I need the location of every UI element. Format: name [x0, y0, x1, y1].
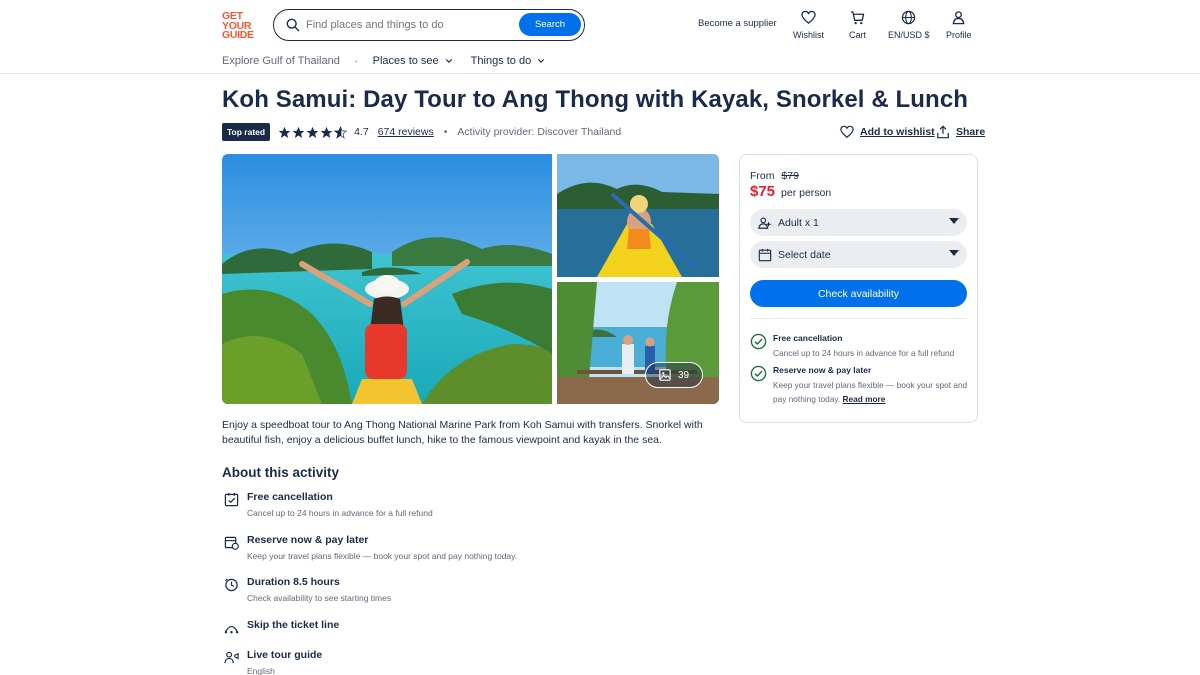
feature-title: Free cancellation	[247, 491, 333, 503]
participants-value: Adult x 1	[778, 216, 819, 229]
calendar-icon	[758, 248, 772, 261]
nav-language-currency[interactable]: EN/USD $	[888, 10, 930, 40]
feature-skip-line: Skip the ticket line	[224, 619, 339, 635]
price: $75 per person	[750, 183, 831, 200]
nav-label: EN/USD $	[888, 30, 930, 40]
date-select[interactable]: Select date	[750, 241, 967, 268]
card-feature-reserve-now: Reserve now & pay later Keep your travel…	[750, 365, 968, 406]
search-input[interactable]	[306, 19, 506, 31]
share-icon	[937, 125, 949, 139]
feature-subtitle: Keep your travel plans flexible — book y…	[247, 551, 518, 561]
current-price: $75	[750, 183, 776, 200]
price-from: From $79	[750, 170, 799, 182]
feature-duration: Duration 8.5 hours Check availability to…	[224, 576, 391, 603]
feature-subtitle: English	[247, 666, 275, 675]
kayak-photo	[557, 154, 719, 277]
card-feature-subtitle: Cancel up to 24 hours in advance for a f…	[773, 348, 955, 358]
photo-kayak[interactable]	[557, 154, 719, 277]
nav-label: Wishlist	[793, 30, 824, 40]
price-unit: per person	[781, 187, 832, 199]
feature-subtitle: Check availability to see starting times	[247, 593, 392, 603]
skip-line-icon	[224, 625, 239, 634]
nav-profile[interactable]: Profile	[946, 10, 972, 40]
search-icon	[286, 18, 300, 32]
activity-description: Enjoy a speedboat tour to Ang Thong Nati…	[222, 419, 703, 446]
header-divider	[0, 73, 1200, 74]
view-all-photos-button[interactable]: 39	[645, 362, 703, 388]
calendar-check-icon	[224, 492, 239, 507]
nav-label: Cart	[849, 30, 867, 40]
share-button[interactable]: Share	[936, 125, 985, 139]
become-supplier-link[interactable]: Become a supplier	[698, 18, 777, 29]
check-circle-icon	[750, 365, 767, 382]
separator-dot: •	[443, 126, 448, 138]
add-to-wishlist-button[interactable]: Add to wishlist	[840, 125, 935, 139]
star-icon	[320, 126, 333, 138]
card-feature-title: Free cancellation	[773, 333, 843, 343]
card-feature-subtitle: Keep your travel plans flexible — book y…	[773, 380, 968, 404]
caret-down-icon	[949, 250, 959, 256]
participants-icon	[758, 217, 771, 229]
guide-icon	[224, 651, 239, 664]
globe-icon	[902, 10, 916, 25]
nav-cart[interactable]: Cart	[849, 10, 866, 40]
nav-label: Profile	[946, 30, 972, 40]
clock-icon	[224, 578, 238, 592]
things-to-do-dropdown[interactable]: Things to do	[471, 55, 546, 67]
card-feature-title: Reserve now & pay later	[773, 365, 872, 375]
secondary-nav: Explore Gulf of Thailand • Places to see…	[222, 55, 563, 67]
check-availability-button[interactable]: Check availability	[750, 280, 967, 307]
feature-live-guide: Live tour guide English	[224, 649, 322, 675]
top-rated-badge: Top rated	[222, 123, 271, 141]
feature-subtitle: Cancel up to 24 hours in advance for a f…	[247, 508, 433, 518]
search-bar[interactable]: Search	[273, 9, 585, 41]
card-feature-free-cancellation: Free cancellation Cancel up to 24 hours …	[750, 333, 954, 360]
explore-link[interactable]: Explore Gulf of Thailand	[222, 55, 340, 67]
feature-free-cancellation: Free cancellation Cancel up to 24 hours …	[224, 491, 433, 518]
viewpoint-photo	[222, 154, 552, 404]
star-icon	[306, 126, 319, 138]
feature-title: Reserve now & pay later	[247, 534, 369, 546]
card-divider	[750, 318, 967, 319]
caret-down-icon	[949, 218, 959, 224]
check-circle-icon	[750, 333, 767, 350]
participants-select[interactable]: Adult x 1	[750, 209, 967, 236]
places-to-see-dropdown[interactable]: Places to see	[373, 55, 453, 67]
activity-meta: Top rated 4.7 674 reviews • Activity pro…	[222, 123, 621, 141]
search-button[interactable]: Search	[519, 13, 581, 36]
rating-stars	[278, 125, 348, 139]
page-title: Koh Samui: Day Tour to Ang Thong with Ka…	[222, 86, 969, 113]
feature-title: Skip the ticket line	[247, 619, 340, 631]
about-heading: About this activity	[222, 465, 340, 480]
rating-value: 4.7	[354, 126, 369, 138]
nav-wishlist[interactable]: Wishlist	[793, 10, 824, 40]
separator-dot: •	[354, 56, 358, 66]
chevron-down-icon	[538, 59, 545, 63]
chevron-down-icon	[445, 59, 452, 63]
calendar-pay-icon	[224, 536, 239, 550]
half-star-icon	[334, 125, 348, 139]
feature-title: Live tour guide	[247, 649, 323, 661]
date-value: Select date	[778, 248, 831, 261]
star-icon	[278, 126, 291, 138]
feature-reserve-now: Reserve now & pay later Keep your travel…	[224, 534, 517, 561]
profile-icon	[952, 11, 965, 25]
image-icon	[659, 369, 671, 381]
cart-icon	[850, 11, 865, 25]
heart-icon	[801, 10, 816, 24]
read-more-link[interactable]: Read more	[843, 394, 886, 404]
feature-title: Duration 8.5 hours	[247, 576, 340, 588]
star-icon	[292, 126, 305, 138]
original-price: $79	[781, 170, 799, 182]
main-photo[interactable]	[222, 154, 552, 404]
logo[interactable]: GET YOUR GUIDE	[222, 11, 262, 41]
heart-icon	[840, 125, 854, 139]
activity-provider[interactable]: Activity provider: Discover Thailand	[457, 126, 621, 138]
reviews-link[interactable]: 674 reviews	[378, 126, 434, 138]
